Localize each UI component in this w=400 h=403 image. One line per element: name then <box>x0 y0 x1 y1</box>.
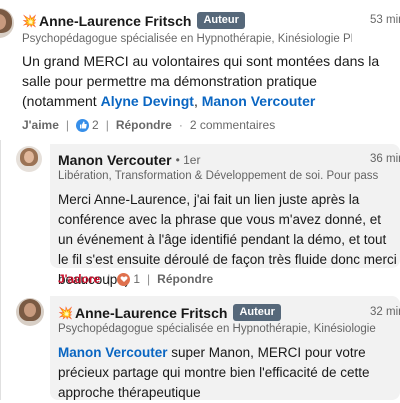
author-badge: Auteur <box>233 304 281 321</box>
reply-author-row: Manon Vercouter • 1er <box>58 152 200 168</box>
reply-actions: J'adore | 1 | Répondre <box>58 272 213 286</box>
comment-text: Un grand MERCI au volontaires qui sont m… <box>22 53 380 109</box>
separator: | <box>105 118 109 132</box>
author-name[interactable]: Manon Vercouter <box>58 152 172 168</box>
reply-button[interactable]: Répondre <box>157 272 213 286</box>
reply-timestamp: 32 min <box>370 306 400 318</box>
collision-icon: 💥 <box>22 13 37 28</box>
thumbs-up-icon[interactable] <box>76 118 90 132</box>
author-headline: Psychopédagogue spécialisée en Hypnothér… <box>58 323 378 335</box>
author-badge: Auteur <box>197 12 245 29</box>
author-name[interactable]: Anne-Laurence Fritsch <box>75 305 227 321</box>
author-name[interactable]: Anne-Laurence Fritsch <box>39 13 191 29</box>
love-button[interactable]: J'adore <box>58 272 100 286</box>
reply-author-row: 💥 Anne-Laurence Fritsch Auteur <box>58 304 281 321</box>
author-headline: Libération, Transformation & Développeme… <box>58 170 378 182</box>
reaction-count[interactable]: 2 <box>92 118 99 132</box>
comment-timestamp: 53 min <box>370 14 400 26</box>
reply-button[interactable]: Répondre <box>116 118 172 132</box>
separator: | <box>107 272 111 286</box>
collision-icon: 💥 <box>58 305 73 320</box>
reply-text: Manon Vercouter super Manon, MERCI pour … <box>58 345 370 400</box>
separator: | <box>65 118 70 132</box>
avatar-anne-laurence[interactable] <box>0 8 14 38</box>
reply-timestamp: 36 min <box>370 153 400 165</box>
separator: · <box>178 118 183 132</box>
avatar-anne-laurence[interactable] <box>16 298 44 326</box>
author-headline: Psychopédagogue spécialisée en Hypnothér… <box>22 33 352 45</box>
heart-icon[interactable] <box>117 272 131 286</box>
comment-author-row: 💥 Anne-Laurence Fritsch Auteur <box>22 12 245 29</box>
reaction-count[interactable]: 1 <box>133 272 140 286</box>
thread-line <box>0 140 1 400</box>
mention-link[interactable]: Manon Vercouter <box>58 345 168 360</box>
mention-link[interactable]: Alyne Devingt <box>101 93 194 109</box>
connection-degree: • 1er <box>175 153 201 167</box>
separator: | <box>147 272 151 286</box>
avatar-manon[interactable] <box>16 146 42 172</box>
like-button[interactable]: J'aime <box>22 118 59 132</box>
mention-link[interactable]: Manon Vercouter <box>202 93 316 109</box>
comment-actions: J'aime | 2 | Répondre · 2 commentaires <box>22 118 275 132</box>
comments-count[interactable]: 2 commentaires <box>190 118 275 132</box>
